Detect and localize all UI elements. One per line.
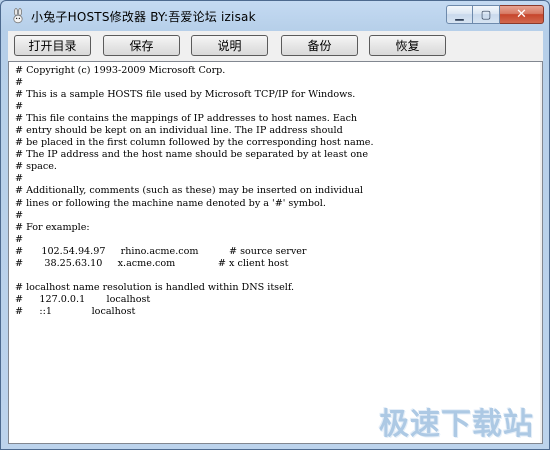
rabbit-icon xyxy=(10,8,26,24)
title-bar[interactable]: 小兔子HOSTS修改器 BY:吾爱论坛 izisak ▁ ▢ ✕ xyxy=(1,1,549,31)
maximize-icon: ▢ xyxy=(480,8,492,21)
minimize-button[interactable]: ▁ xyxy=(446,5,473,24)
hosts-editor: # Copyright (c) 1993-2009 Microsoft Corp… xyxy=(8,61,543,444)
app-window: 小兔子HOSTS修改器 BY:吾爱论坛 izisak ▁ ▢ ✕ 打开目录 保存… xyxy=(0,0,550,450)
toolbar: 打开目录 保存 说明 备份 恢复 xyxy=(8,31,543,61)
close-icon: ✕ xyxy=(516,7,527,22)
backup-button[interactable]: 备份 xyxy=(281,35,358,56)
maximize-button[interactable]: ▢ xyxy=(473,5,500,24)
restore-button[interactable]: 恢复 xyxy=(369,35,446,56)
window-title: 小兔子HOSTS修改器 BY:吾爱论坛 izisak xyxy=(31,10,256,24)
instructions-button[interactable]: 说明 xyxy=(191,35,268,56)
minimize-icon: ▁ xyxy=(455,8,464,21)
save-button[interactable]: 保存 xyxy=(103,35,180,56)
editor-edge xyxy=(540,62,542,443)
open-directory-button[interactable]: 打开目录 xyxy=(14,35,91,56)
close-button[interactable]: ✕ xyxy=(500,5,544,24)
hosts-text-area[interactable]: # Copyright (c) 1993-2009 Microsoft Corp… xyxy=(15,65,525,441)
